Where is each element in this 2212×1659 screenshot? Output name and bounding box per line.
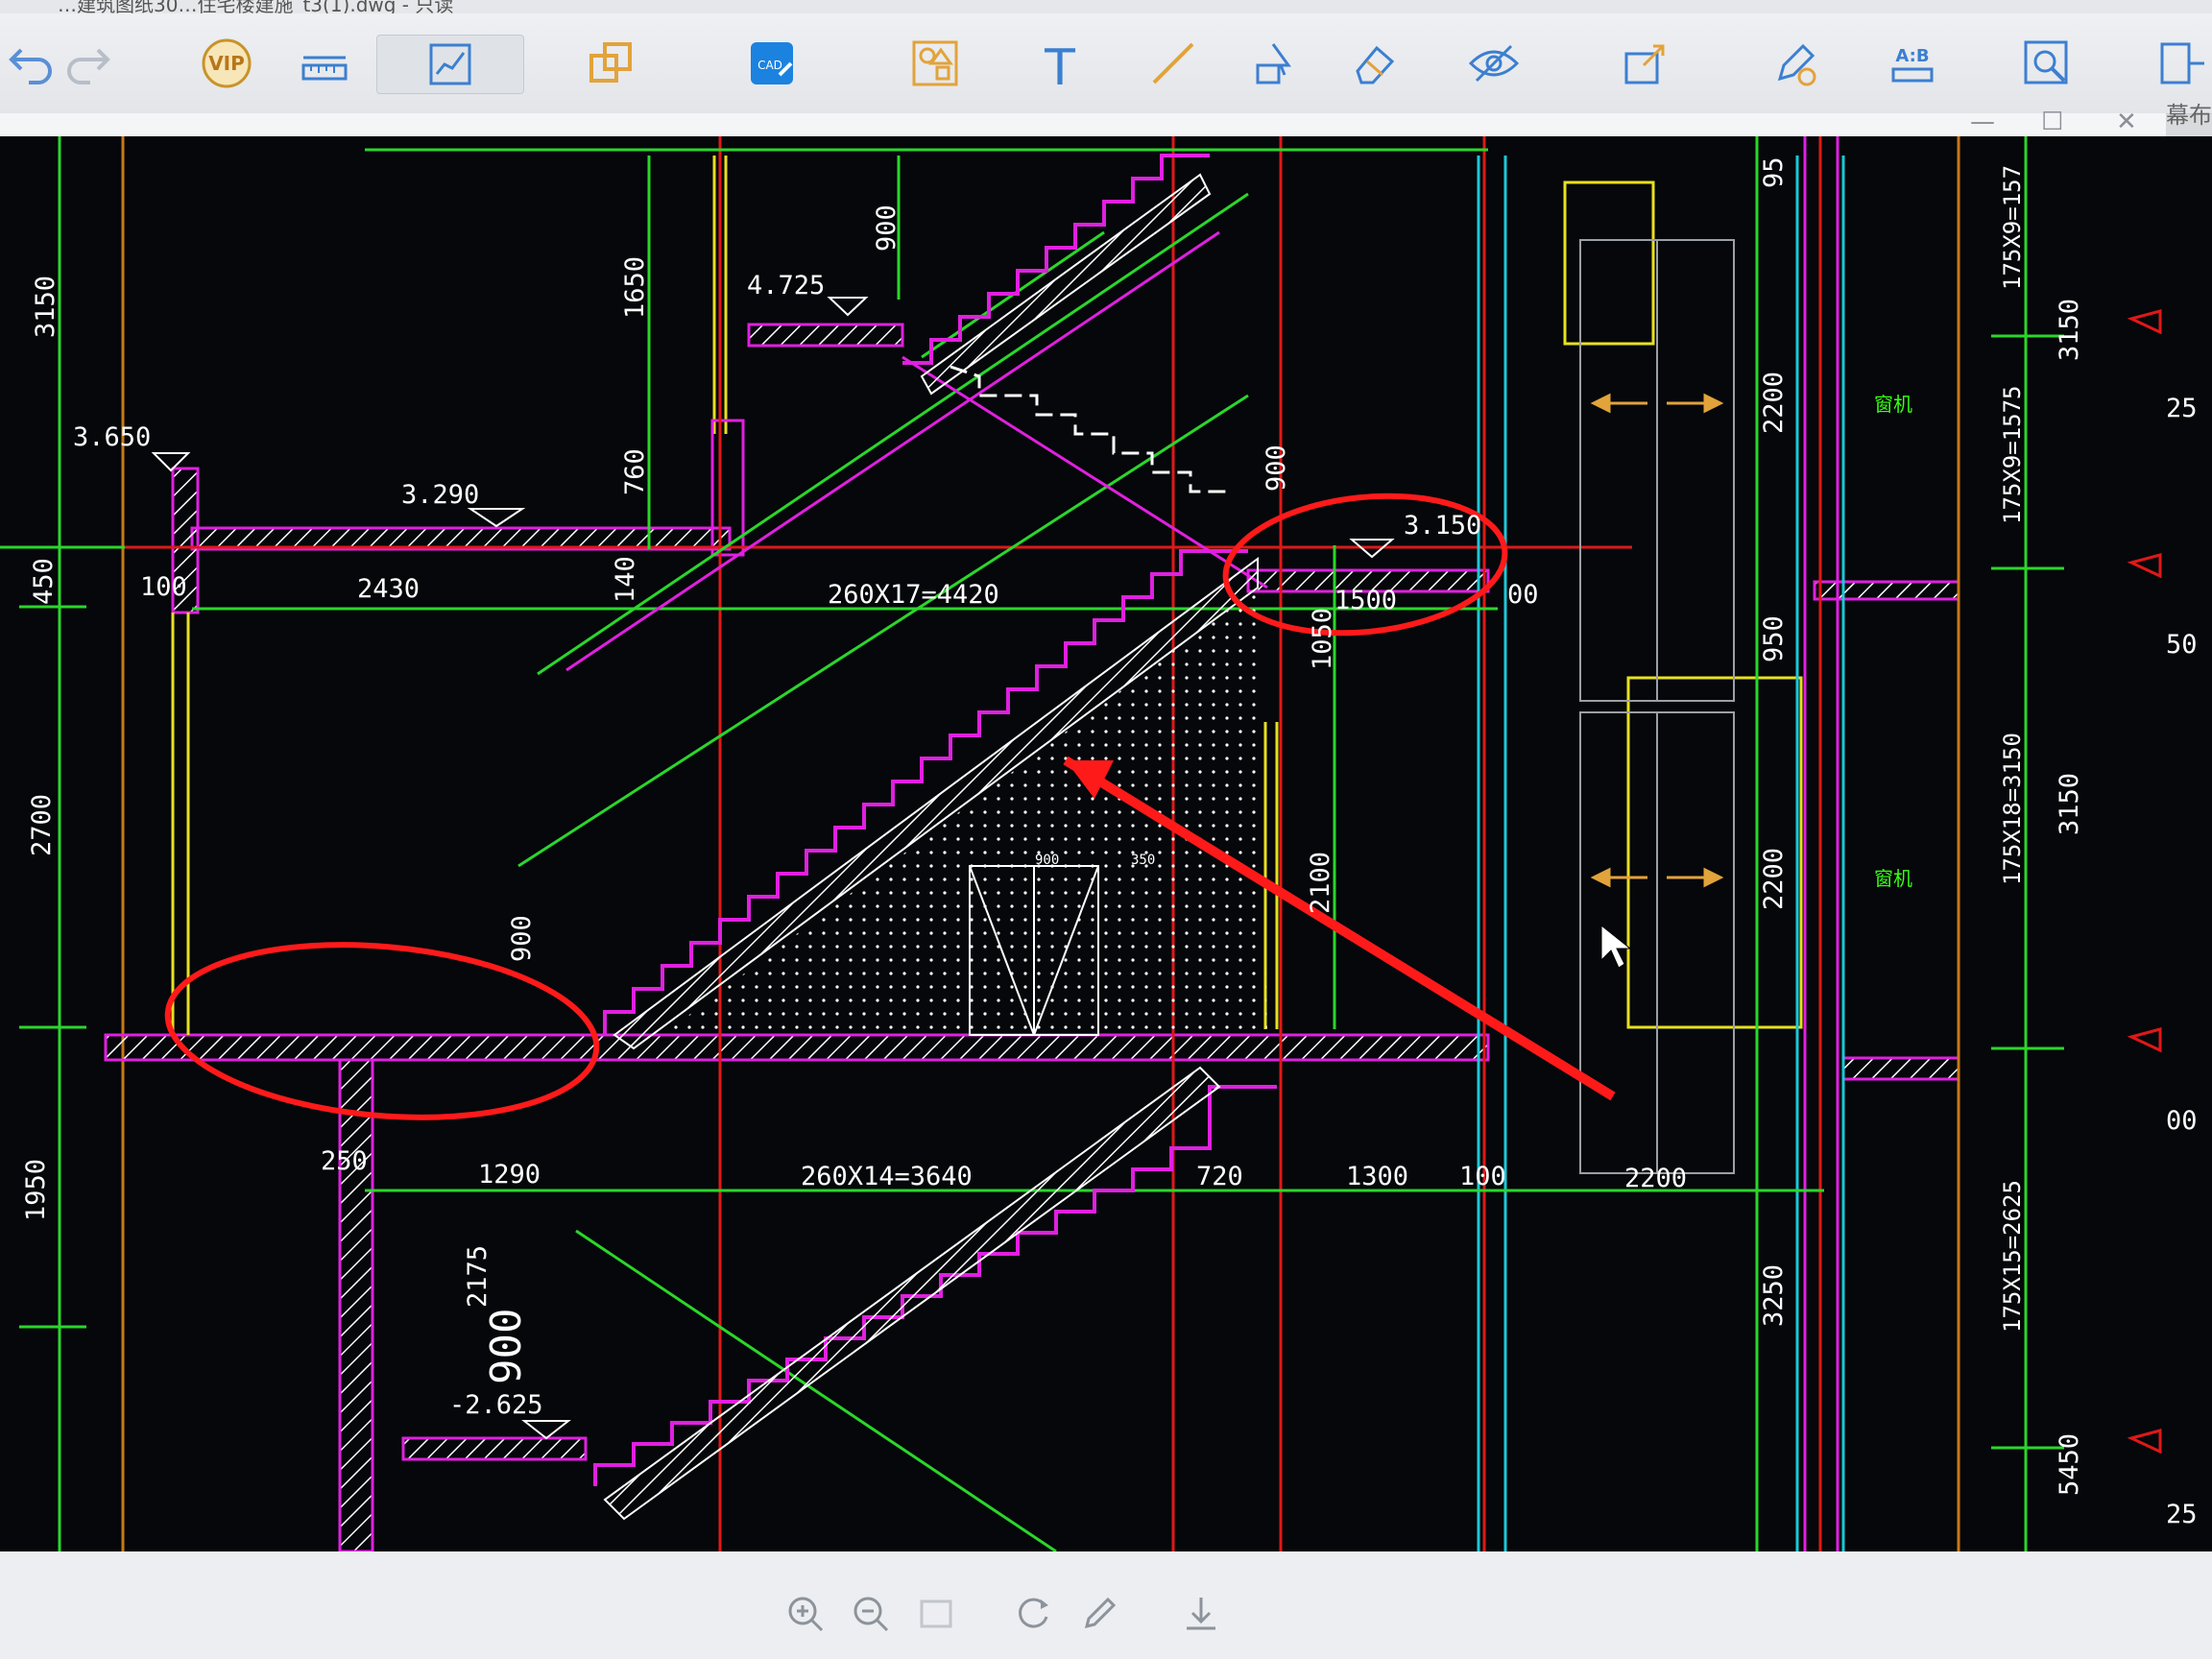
dim-label: 1650 (620, 256, 650, 319)
level-label: 3.290 (401, 480, 479, 510)
dim-label: 900 (1035, 853, 1059, 868)
dim-label: 260X14=3640 (801, 1162, 973, 1191)
dim-label: 950 (1759, 615, 1789, 662)
edge-mark: 00 (2166, 1106, 2198, 1136)
dim-label: 100 (1459, 1162, 1506, 1191)
right-dim: 3150 (2055, 299, 2084, 361)
edge-mark: 25 (2166, 1500, 2198, 1529)
dim-label: 900 (507, 915, 537, 962)
dim-label: 1050 (1308, 608, 1337, 670)
redo-icon[interactable] (58, 35, 119, 92)
export-icon[interactable] (1615, 35, 1676, 92)
side-panel-label: 幕布 (2166, 102, 2212, 129)
dim-label: 900 (872, 204, 902, 252)
dim-label: 2200 (1624, 1164, 1687, 1193)
dim-label: 720 (1196, 1162, 1243, 1191)
dim-label: 1300 (1346, 1162, 1408, 1191)
download-icon[interactable] (1179, 1592, 1223, 1636)
right-dim: 3150 (2055, 773, 2084, 835)
measure-icon[interactable] (294, 35, 355, 92)
dim-label: 2175 (463, 1245, 493, 1308)
dim-label: 1290 (478, 1160, 541, 1190)
pen-icon[interactable] (1765, 35, 1826, 92)
level-label: -2.625 (449, 1390, 543, 1420)
edge-mark: 25 (2166, 394, 2198, 423)
minimize-button[interactable]: — (1970, 108, 1995, 136)
dim-label: 900 (1262, 445, 1291, 492)
dim-label: 1500 (1334, 586, 1397, 615)
chart-icon[interactable] (376, 35, 524, 94)
viewer-controls (0, 1551, 2212, 1659)
level-label: 3.150 (1404, 511, 1481, 541)
left-dim: 1950 (21, 1159, 51, 1221)
left-dim: 2700 (27, 794, 57, 856)
dim-label: 2200 (1759, 848, 1789, 910)
room-tag: 窗机 (1874, 393, 1912, 416)
level-label: 3.650 (73, 422, 151, 452)
edit-icon[interactable] (1077, 1592, 1121, 1636)
toolbar: VIP CAD T A:B (0, 13, 2212, 114)
cad-label: CAD (757, 59, 782, 72)
dim-label: 2200 (1759, 372, 1789, 434)
compare-icon[interactable]: A:B (1882, 35, 1943, 92)
cad-drawing-canvas[interactable]: 4.725 3.650 3.290 3.150 -2.625 3150 450 … (0, 136, 2212, 1551)
right-dim: 175X9=157 (1999, 165, 2026, 290)
dim-label: 2100 (1306, 852, 1335, 914)
undo-icon[interactable] (0, 35, 61, 92)
right-dim: 5450 (2055, 1433, 2084, 1496)
dim-label: 95 (1759, 156, 1789, 188)
copy-icon[interactable] (580, 35, 641, 92)
cad-icon[interactable]: CAD (741, 35, 803, 92)
fit-icon[interactable] (914, 1592, 958, 1636)
left-dim: 450 (29, 558, 59, 605)
document-window-bar: — ☐ ✕ (0, 108, 2166, 136)
dim-label: 900 (482, 1309, 531, 1384)
mouse-cursor-icon (1600, 924, 1632, 969)
vip-icon[interactable]: VIP (196, 35, 257, 92)
dim-label: 00 (1507, 580, 1539, 610)
edge-mark: 50 (2166, 630, 2198, 660)
shapes-icon[interactable] (904, 35, 966, 92)
zoom-window-icon[interactable] (2016, 35, 2078, 92)
dim-label: 260X17=4420 (828, 580, 999, 610)
dim-label: 760 (620, 448, 650, 495)
zoom-out-icon[interactable] (849, 1592, 893, 1636)
dim-label: 250 (321, 1146, 368, 1176)
rotate-icon[interactable] (1012, 1592, 1056, 1636)
dim-label: 2430 (357, 574, 420, 604)
left-dim: 3150 (31, 276, 60, 338)
close-button[interactable]: ✕ (2116, 108, 2137, 136)
dim-label: 140 (611, 556, 640, 603)
compare-label: A:B (1895, 46, 1929, 66)
right-dim: 175X9=1575 (1999, 386, 2026, 525)
dim-label: 350 (1131, 853, 1155, 868)
maximize-button[interactable]: ☐ (2041, 108, 2063, 136)
level-label: 4.725 (747, 271, 825, 301)
right-dim: 175X15=2625 (1999, 1180, 2026, 1333)
eraser-icon[interactable] (1344, 35, 1406, 92)
eye-icon[interactable] (1463, 35, 1525, 92)
text-tool-label: T (1044, 39, 1075, 90)
stair-section-drawing: 4.725 3.650 3.290 3.150 -2.625 3150 450 … (0, 136, 2198, 1551)
side-icon[interactable] (2151, 35, 2212, 92)
room-tag: 窗机 (1874, 867, 1912, 890)
line-icon[interactable] (1142, 35, 1204, 92)
dim-label: 100 (140, 572, 187, 602)
text-icon[interactable]: T (1029, 35, 1091, 92)
window-title: …建筑图纸30…住宅楼建施_t3(1).dwg - 只读 (0, 0, 2212, 13)
dim-label: 3250 (1759, 1264, 1789, 1327)
zoom-in-icon[interactable] (783, 1592, 828, 1636)
select-icon[interactable] (1246, 35, 1308, 92)
right-dim: 175X18=3150 (1999, 733, 2026, 885)
vip-label: VIP (208, 52, 245, 75)
